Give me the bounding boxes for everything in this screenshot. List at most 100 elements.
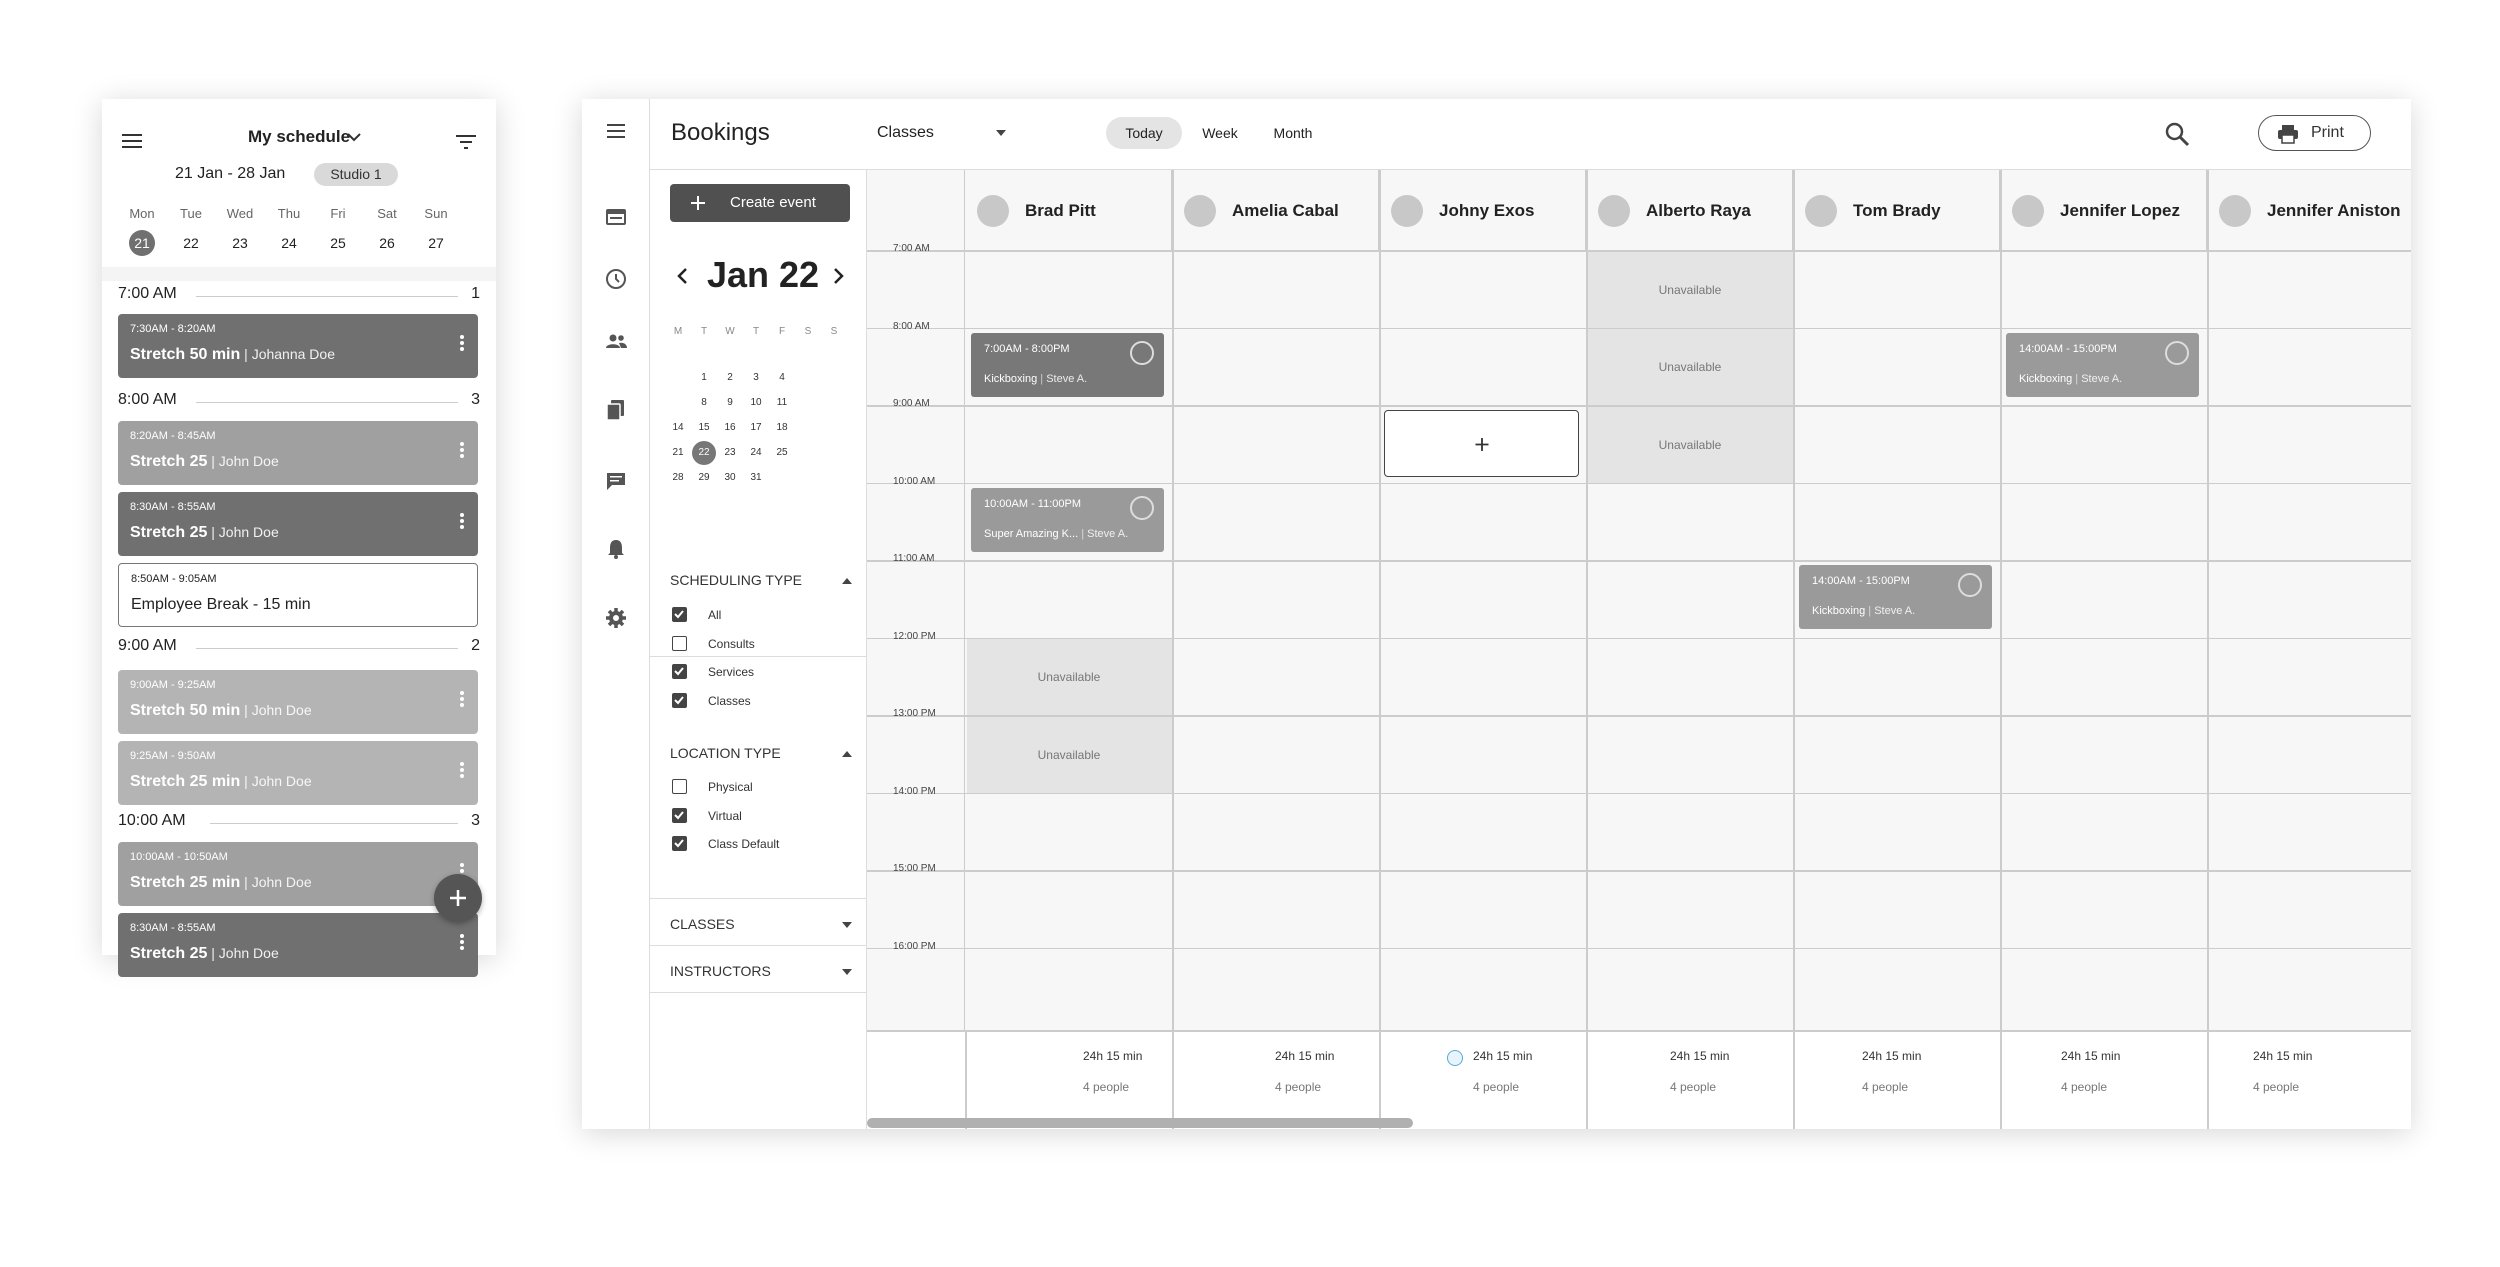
create-event-label: Create event	[730, 194, 816, 211]
staff-header[interactable]: Amelia Cabal	[1172, 170, 1379, 250]
add-slot-button[interactable]	[1384, 410, 1579, 477]
calendar-day[interactable]: 14	[666, 416, 690, 440]
checkbox-checked[interactable]	[672, 664, 687, 679]
expand-icon[interactable]	[842, 969, 852, 975]
horizontal-scrollbar[interactable]	[867, 1118, 1413, 1128]
calendar-day[interactable]: 2	[718, 366, 742, 390]
calendar-day[interactable]: 10	[744, 391, 768, 415]
calendar-day[interactable]: 30	[718, 466, 742, 490]
filter-icon[interactable]	[456, 135, 476, 149]
day-mon[interactable]: Mon 21	[122, 206, 162, 256]
more-vert-icon[interactable]	[460, 441, 464, 459]
view-month-button[interactable]: Month	[1258, 117, 1328, 149]
menu-icon[interactable]	[604, 119, 628, 143]
dropdown-arrow-icon[interactable]	[996, 130, 1006, 136]
calendar-day[interactable]: 24	[744, 441, 768, 465]
weekday-label: T	[752, 326, 760, 337]
event-card[interactable]: 14:00AM - 15:00PM Kickboxing | Steve A.	[2006, 332, 2199, 397]
classes-section-title[interactable]: CLASSES	[670, 916, 735, 932]
booking-card[interactable]: 7:30AM - 8:20AM Stretch 50 min | Johanna…	[118, 314, 478, 378]
staff-header[interactable]: Johny Exos	[1379, 170, 1586, 250]
calendar-day[interactable]: 21	[666, 441, 690, 465]
clock-icon[interactable]	[604, 267, 628, 291]
day-tue[interactable]: Tue 22	[171, 206, 211, 256]
booking-card[interactable]: 8:20AM - 8:45AM Stretch 25 | John Doe	[118, 421, 478, 485]
booking-card[interactable]: 10:00AM - 10:50AM Stretch 25 min | John …	[118, 842, 478, 906]
staff-header[interactable]: Brad Pitt	[965, 170, 1172, 250]
calendar-day[interactable]: 9	[718, 391, 742, 415]
day-sat[interactable]: Sat 26	[367, 206, 407, 256]
instructors-section-title[interactable]: INSTRUCTORS	[670, 963, 771, 979]
event-card[interactable]: 14:00AM - 15:00PM Kickboxing | Steve A.	[1799, 565, 1992, 629]
more-vert-icon[interactable]	[460, 933, 464, 951]
card-person: John Doe	[218, 945, 279, 961]
calendar-day[interactable]: 18	[770, 416, 794, 440]
staff-header[interactable]: Alberto Raya	[1586, 170, 1793, 250]
checkbox-checked[interactable]	[672, 607, 687, 622]
staff-header[interactable]: Jennifer Aniston	[2207, 170, 2411, 250]
booking-card[interactable]: 9:25AM - 9:50AM Stretch 25 min | John Do…	[118, 741, 478, 805]
bell-icon[interactable]	[604, 537, 628, 561]
studio-chip[interactable]: Studio 1	[314, 163, 398, 186]
calendar-view-icon[interactable]	[604, 205, 628, 229]
calendar-day[interactable]: 23	[718, 441, 742, 465]
calendar-day[interactable]: 29	[692, 466, 716, 490]
chat-icon[interactable]	[604, 469, 628, 493]
booking-card[interactable]: 8:30AM - 8:55AM Stretch 25 | John Doe	[118, 492, 478, 556]
classes-select[interactable]: Classes	[877, 124, 934, 142]
day-wed[interactable]: Wed 23	[220, 206, 260, 256]
more-vert-icon[interactable]	[460, 690, 464, 708]
day-fri[interactable]: Fri 25	[318, 206, 358, 256]
view-week-button[interactable]: Week	[1190, 117, 1250, 149]
chevron-down-icon[interactable]	[347, 132, 361, 142]
documents-icon[interactable]	[604, 398, 628, 422]
more-vert-icon[interactable]	[460, 761, 464, 779]
booking-card[interactable]: 9:00AM - 9:25AM Stretch 50 min | John Do…	[118, 670, 478, 734]
search-icon[interactable]	[2164, 121, 2190, 147]
collapse-icon[interactable]	[842, 578, 852, 584]
view-today-button[interactable]: Today	[1106, 117, 1182, 149]
next-month-icon[interactable]	[833, 267, 845, 285]
menu-icon[interactable]	[122, 133, 142, 149]
checkbox-unchecked[interactable]	[672, 779, 687, 794]
schedule-title[interactable]: My schedule	[248, 127, 350, 147]
day-sun[interactable]: Sun 27	[416, 206, 456, 256]
calendar-day[interactable]: 1	[692, 366, 716, 390]
calendar-day[interactable]: 8	[692, 391, 716, 415]
checkbox-checked[interactable]	[672, 807, 687, 823]
people-icon[interactable]	[604, 329, 628, 353]
day-thu[interactable]: Thu 24	[269, 206, 309, 256]
location-type-title[interactable]: LOCATION TYPE	[670, 745, 781, 761]
expand-icon[interactable]	[842, 922, 852, 928]
staff-header[interactable]: Jennifer Lopez	[2000, 170, 2207, 250]
event-card[interactable]: 10:00AM - 11:00PM Super Amazing K... | St…	[971, 487, 1164, 552]
calendar-day[interactable]: 3	[744, 366, 768, 390]
collapse-icon[interactable]	[842, 751, 852, 757]
calendar-day[interactable]: 28	[666, 466, 690, 490]
create-event-button[interactable]: Create event	[670, 184, 850, 222]
total-hours: 24h 15 min	[1862, 1049, 1922, 1063]
staff-header[interactable]: Tom Brady	[1793, 170, 2000, 250]
checkbox-checked[interactable]	[672, 692, 687, 708]
more-vert-icon[interactable]	[460, 334, 464, 352]
checkbox-unchecked[interactable]	[672, 635, 687, 651]
prev-month-icon[interactable]	[676, 267, 688, 285]
event-card[interactable]: 7:00AM - 8:00PM Kickboxing | Steve A.	[971, 332, 1164, 397]
checkbox-checked[interactable]	[672, 836, 687, 851]
calendar-day[interactable]: 17	[744, 416, 768, 440]
calendar-day[interactable]: 22	[692, 441, 716, 465]
scheduling-type-title[interactable]: SCHEDULING TYPE	[670, 572, 802, 588]
calendar-day[interactable]: 31	[744, 466, 768, 490]
calendar-day[interactable]: 16	[718, 416, 742, 440]
break-card[interactable]: 8:50AM - 9:05AM Employee Break - 15 min	[118, 563, 478, 627]
booking-card[interactable]: 8:30AM - 8:55AM Stretch 25 | John Doe	[118, 913, 478, 977]
settings-icon[interactable]	[604, 606, 628, 630]
more-vert-icon[interactable]	[460, 512, 464, 530]
print-button[interactable]: Print	[2258, 115, 2371, 151]
day-date: 24	[281, 235, 297, 251]
calendar-day[interactable]: 25	[770, 441, 794, 465]
calendar-day[interactable]: 15	[692, 416, 716, 440]
calendar-day[interactable]: 4	[770, 366, 794, 390]
add-booking-fab[interactable]	[434, 874, 482, 922]
calendar-day[interactable]: 11	[770, 391, 794, 415]
